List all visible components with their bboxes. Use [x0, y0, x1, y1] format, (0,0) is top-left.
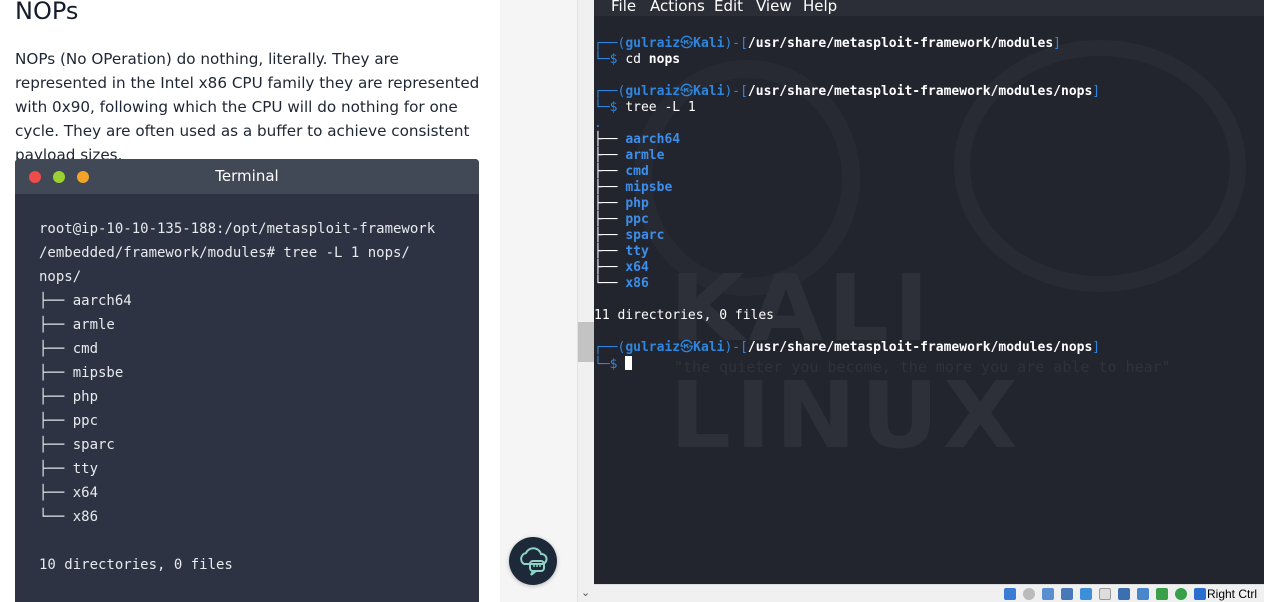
scroll-thumb[interactable] [578, 322, 594, 362]
page-gutter [500, 0, 577, 602]
tree-entry: ├── tty [594, 244, 649, 259]
tree-entry: ├── armle [39, 317, 115, 333]
arrow-down-icon[interactable] [1194, 588, 1206, 600]
tree-entry: ├── aarch64 [39, 293, 132, 309]
chat-bubble-cloud-icon [520, 547, 548, 576]
tree-entry: ├── mipsbe [594, 180, 673, 195]
tree-root: nops/ [39, 269, 82, 285]
network-icon[interactable] [1061, 588, 1073, 600]
terminal-titlebar: Terminal [15, 159, 479, 194]
tree-summary: 11 directories, 0 files [594, 308, 775, 323]
tree-entry: ├── cmd [39, 341, 99, 357]
terminal-menubar: File Actions Edit View Help [594, 0, 1264, 16]
article-pane: NOPs NOPs (No OPeration) do nothing, lit… [0, 0, 500, 602]
prompt-command[interactable]: └─$ [594, 356, 1100, 373]
terminal-summary: 10 directories, 0 files [39, 557, 233, 573]
section-heading: NOPs [15, 0, 79, 25]
vm-statusbar: Right Ctrl [594, 584, 1264, 602]
tree-entry: ├── ppc [594, 212, 649, 227]
menu-actions[interactable]: Actions [650, 0, 705, 15]
menu-edit[interactable]: Edit [714, 0, 743, 15]
cd-icon[interactable] [1023, 588, 1035, 600]
hdd-icon[interactable] [1004, 588, 1016, 600]
tree-entry: ├── php [39, 389, 99, 405]
prompt-header: ┌──(gulraiz㉿Kali)-[/usr/share/metasploit… [594, 36, 1061, 51]
tree-entry: ├── x64 [594, 260, 649, 275]
tree-entry: └── x86 [594, 276, 649, 291]
page-scrollbar[interactable]: ⌄ [577, 0, 594, 602]
recording-icon[interactable] [1137, 588, 1149, 600]
menu-view[interactable]: View [756, 0, 792, 15]
audio-icon[interactable] [1042, 588, 1054, 600]
shared-folder-icon[interactable] [1118, 588, 1130, 600]
tree-entry: ├── cmd [594, 164, 649, 179]
terminal-title: Terminal [215, 167, 279, 185]
vm-window[interactable]: KALI LINUX "the quieter you become, the … [594, 0, 1264, 602]
tree-entry: ├── armle [594, 148, 665, 163]
tree-root: . [594, 116, 602, 131]
tree-entry: ├── x64 [39, 485, 99, 501]
terminal-prompt-line: root@ip-10-10-135-188:/opt/metasploit-fr… [39, 221, 436, 237]
terminal-prompt-line: /embedded/framework/modules# tree -L 1 n… [39, 245, 410, 261]
chat-button[interactable] [509, 537, 557, 585]
mouse-icon[interactable] [1156, 588, 1168, 600]
keyboard-icon[interactable] [1175, 588, 1187, 600]
menu-file[interactable]: File [611, 0, 636, 15]
section-paragraph: NOPs (No OPeration) do nothing, literall… [15, 50, 480, 164]
kali-terminal-output[interactable]: ┌──(gulraiz㉿Kali)-[/usr/share/metasploit… [594, 36, 1100, 373]
scroll-down-arrow-icon[interactable]: ⌄ [581, 586, 590, 599]
tree-entry: ├── sparc [594, 228, 665, 243]
prompt-header: ┌──(gulraiz㉿Kali)-[/usr/share/metasploit… [594, 340, 1101, 355]
prompt-command: └─$ cd nops [594, 52, 681, 67]
menu-help[interactable]: Help [803, 0, 837, 15]
tree-entry: ├── php [594, 196, 649, 211]
prompt-header: ┌──(gulraiz㉿Kali)-[/usr/share/metasploit… [594, 84, 1101, 99]
prompt-command: └─$ tree -L 1 [594, 100, 696, 115]
display-icon[interactable] [1099, 588, 1111, 600]
pen-icon[interactable] [1080, 588, 1092, 600]
tree-entry: └── x86 [39, 509, 99, 525]
text-cursor [625, 356, 633, 370]
terminal-output: root@ip-10-10-135-188:/opt/metasploit-fr… [39, 217, 435, 577]
terminal-card: Terminal root@ip-10-10-135-188:/opt/meta… [15, 159, 479, 602]
host-key-label: Right Ctrl [1206, 587, 1257, 601]
tree-entry: ├── aarch64 [594, 132, 681, 147]
tree-entry: ├── tty [39, 461, 99, 477]
tree-entry: ├── ppc [39, 413, 99, 429]
tree-entry: ├── sparc [39, 437, 115, 453]
tree-entry: ├── mipsbe [39, 365, 124, 381]
